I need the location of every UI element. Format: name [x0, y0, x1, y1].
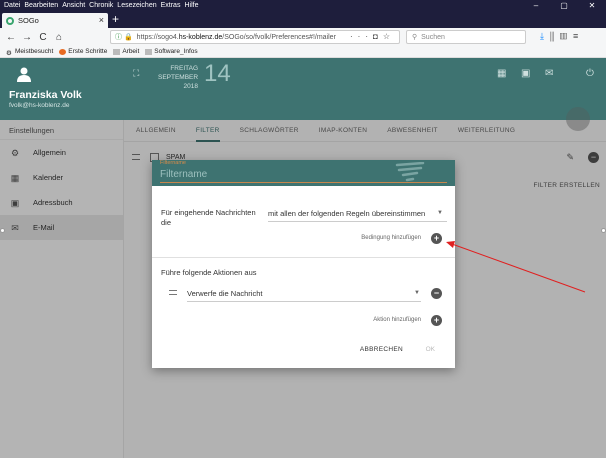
folder-icon: [145, 48, 153, 55]
home-button[interactable]: ⌂: [54, 32, 64, 43]
add-condition-button[interactable]: +: [431, 233, 442, 244]
user-name: Franziska Volk: [9, 89, 82, 101]
resize-handle: [0, 228, 5, 233]
bookmarks-bar: ⚙ Meistbesucht Erste Schritte Arbeit Soft…: [0, 46, 606, 58]
maximize-button[interactable]: ▢: [550, 0, 578, 11]
bookmark-software-infos[interactable]: Software_Infos: [145, 48, 198, 55]
user-panel: Franziska Volk fvolk@hs-koblenz.de: [0, 58, 124, 120]
user-email: fvolk@hs-koblenz.de: [9, 102, 70, 109]
back-button[interactable]: ←: [6, 32, 16, 43]
select-underline: [187, 301, 421, 302]
tab-bar: SOGo × +: [0, 11, 606, 28]
sidebar-icon[interactable]: ▥: [560, 31, 573, 41]
date-day: 14: [204, 60, 231, 87]
date-display: FREITAG SEPTEMBER 2018: [158, 65, 199, 90]
url-bar[interactable]: ⓘ 🔒 https://sogo4.hs-koblenz.de/SOGo/so/…: [110, 30, 400, 44]
menu-bar: Datei Bearbeiten Ansicht Chronik Lesezei…: [0, 0, 606, 11]
drag-handle-icon[interactable]: [169, 290, 177, 295]
url-text: https://sogo4.hs-koblenz.de/SOGo/so/fvol…: [136, 33, 336, 41]
search-icon: ⚲: [412, 34, 418, 41]
reload-button[interactable]: C: [38, 32, 48, 43]
add-action-button[interactable]: +: [431, 315, 442, 326]
chevron-down-icon[interactable]: ▼: [414, 290, 420, 296]
actions-section: Führe folgende Aktionen aus Verwerfe die…: [152, 258, 455, 368]
bookmark-meistbesucht[interactable]: ⚙ Meistbesucht: [6, 48, 53, 57]
match-select[interactable]: mit allen der folgenden Regeln übereinst…: [268, 209, 425, 218]
fullscreen-icon[interactable]: ⛶: [133, 68, 139, 79]
menu-datei[interactable]: Datei: [4, 2, 20, 9]
close-window-button[interactable]: ✕: [578, 0, 606, 11]
search-placeholder: Suchen: [421, 33, 445, 41]
window-controls: – ▢ ✕: [522, 0, 606, 11]
add-action-label: Aktion hinzufügen: [373, 317, 421, 323]
tab-title: SOGo: [18, 16, 39, 25]
app-header: ⛶ FREITAG SEPTEMBER 2018 14 ▦ ▣ ✉ ⏻: [124, 58, 606, 120]
menu-extras[interactable]: Extras: [161, 2, 181, 9]
forward-button[interactable]: →: [22, 32, 32, 43]
filtername-label: Filtername: [160, 160, 186, 166]
search-input[interactable]: ⚲ Suchen: [406, 30, 526, 44]
close-tab-icon[interactable]: ×: [99, 15, 104, 25]
remove-action-button[interactable]: −: [431, 288, 442, 299]
action-select[interactable]: Verwerfe die Nachricht: [187, 289, 262, 298]
menu-lesezeichen[interactable]: Lesezeichen: [117, 2, 156, 9]
navigation-bar: ← → C ⌂ ⓘ 🔒 https://sogo4.hs-koblenz.de/…: [0, 28, 606, 46]
incoming-label: Für eingehende Nachrichten die: [161, 208, 256, 227]
minimize-button[interactable]: –: [522, 0, 550, 11]
filtername-input[interactable]: Filtername: [160, 169, 207, 180]
browser-tab-sogo[interactable]: SOGo ×: [2, 13, 108, 28]
cancel-button[interactable]: ABBRECHEN: [360, 346, 403, 353]
gear-icon: ⚙: [6, 49, 12, 57]
new-tab-button[interactable]: +: [112, 12, 119, 26]
select-underline: [268, 221, 447, 222]
chevron-down-icon[interactable]: ▼: [437, 210, 443, 216]
filter-deco-icon: [395, 162, 425, 182]
contacts-icon[interactable]: ▣: [521, 68, 530, 79]
lock-icon: ⓘ 🔒: [115, 34, 133, 41]
ok-button[interactable]: OK: [426, 346, 435, 353]
logout-icon[interactable]: ⏻: [586, 68, 594, 79]
folder-icon: [113, 48, 121, 55]
bookmark-erste-schritte[interactable]: Erste Schritte: [59, 48, 107, 55]
resize-handle: [601, 228, 606, 233]
avatar-icon: [17, 67, 31, 82]
menu-hilfe[interactable]: Hilfe: [184, 2, 198, 9]
download-icon[interactable]: ⤓: [540, 31, 550, 41]
page-actions[interactable]: ···◘☆: [350, 32, 395, 41]
filter-dialog: Filtername Filtername Für eingehende Nac…: [152, 160, 455, 368]
menu-chronik[interactable]: Chronik: [89, 2, 113, 9]
browser-toolbar-icons: ⤓⫼▥≡: [540, 31, 584, 42]
bookmark-arbeit[interactable]: Arbeit: [113, 48, 139, 55]
library-icon[interactable]: ⫼: [550, 31, 560, 41]
conditions-section: Für eingehende Nachrichten die mit allen…: [152, 186, 455, 258]
menu-ansicht[interactable]: Ansicht: [62, 2, 85, 9]
actions-header: Führe folgende Aktionen aus: [161, 268, 257, 277]
hamburger-menu-icon[interactable]: ≡: [573, 31, 584, 41]
firefox-icon: [59, 48, 67, 55]
calendar-icon[interactable]: ▦: [497, 68, 506, 79]
menu-bearbeiten[interactable]: Bearbeiten: [24, 2, 58, 9]
dialog-header: Filtername Filtername: [152, 160, 455, 186]
add-condition-label: Bedingung hinzufügen: [361, 235, 421, 241]
mail-icon[interactable]: ✉: [545, 68, 553, 79]
sogo-favicon-icon: [6, 16, 14, 25]
